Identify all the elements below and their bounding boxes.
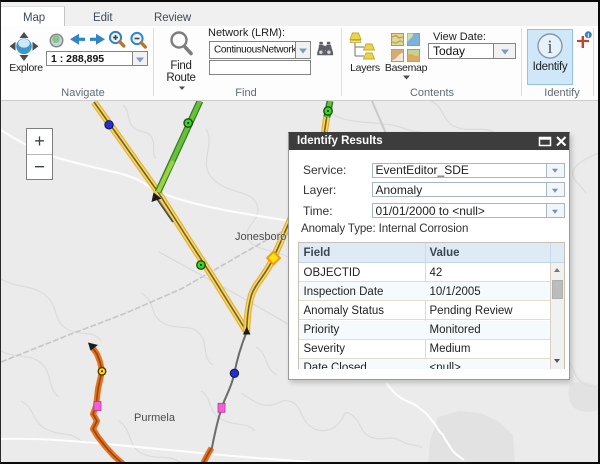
svg-text:i: i bbox=[587, 33, 589, 40]
svg-text:i: i bbox=[547, 37, 552, 58]
